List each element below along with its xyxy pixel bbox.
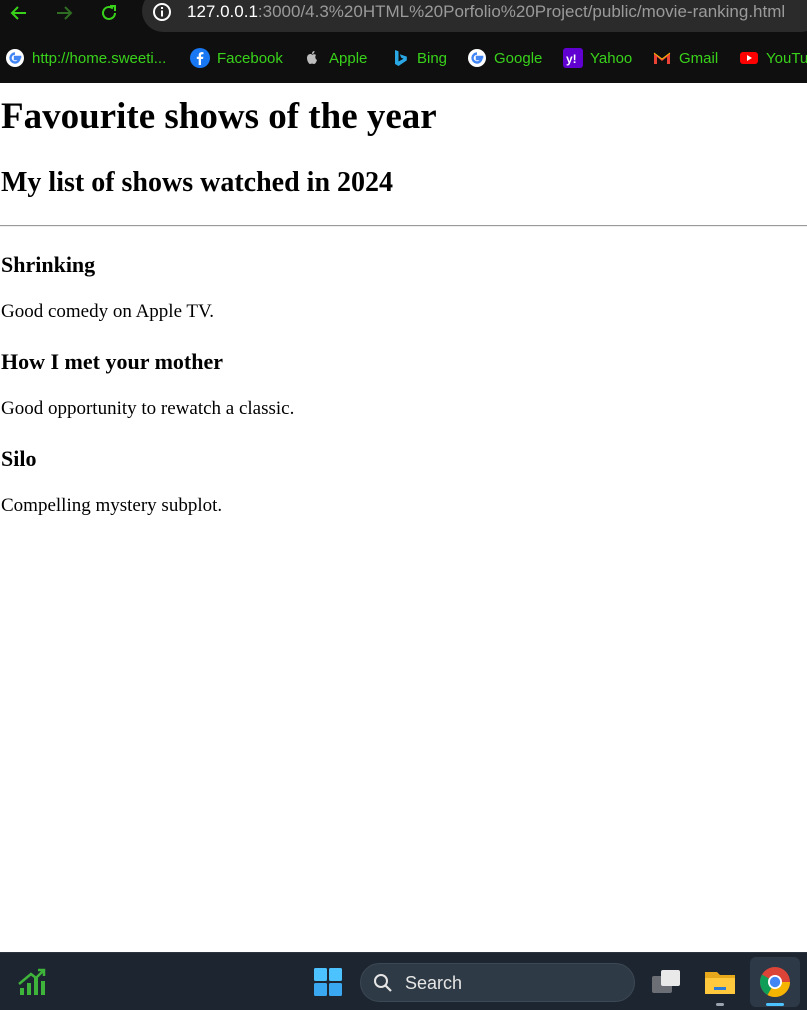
start-button[interactable] [310,966,346,998]
info-icon [153,3,171,21]
taskbar-search-label: Search [405,973,463,993]
bookmark-facebook[interactable]: Facebook [190,44,283,72]
forward-button[interactable] [50,0,78,26]
bookmark-home[interactable]: http://home.sweeti... [5,44,166,72]
file-explorer-button[interactable] [701,965,739,999]
url-path: :3000/4.3%20HTML%20Porfolio%20Project/pu… [257,2,786,21]
page-title: Favourite shows of the year [1,96,437,137]
task-view-icon [652,970,680,993]
google-icon [5,48,25,68]
bookmark-label: Facebook [217,49,283,67]
arrow-left-icon [10,6,26,20]
arrow-right-icon [57,6,73,20]
show-title: Shrinking [1,252,96,277]
bookmark-label: http://home.sweeti... [32,49,167,67]
running-indicator [716,1003,724,1006]
yahoo-icon: y! [563,48,583,68]
gmail-icon [652,48,672,68]
browser-chrome: 127.0.0.1:3000/4.3%20HTML%20Porfolio%20P… [0,0,807,83]
bookmark-label: YouTu [766,49,807,67]
taskbar-search-box[interactable] [360,963,635,1002]
bookmark-google[interactable]: Google [467,44,542,72]
show-review: Good opportunity to rewatch a classic. [1,398,295,419]
url-host: 127.0.0.1 [187,2,258,21]
bing-icon [390,48,410,68]
show-title: Silo [1,446,37,471]
task-view-button[interactable] [648,965,684,999]
youtube-icon [739,48,759,68]
reload-button[interactable] [95,0,123,26]
bookmark-youtube[interactable]: YouTu [739,44,807,72]
bookmark-label: Apple [329,49,368,67]
page-content: Favourite shows of the year My list of s… [0,83,807,952]
show-review: Good comedy on Apple TV. [1,301,215,322]
back-button[interactable] [5,0,33,26]
search-icon [372,972,394,994]
svg-text:y!: y! [566,52,577,66]
windows-start-icon [314,968,342,996]
facebook-icon [190,48,210,68]
active-indicator [766,1003,784,1006]
stocks-widget-button[interactable] [12,965,52,999]
page-subtitle: My list of shows watched in 2024 [1,167,394,198]
bookmark-gmail[interactable]: Gmail [652,44,718,72]
google-icon [467,48,487,68]
bookmark-label: Gmail [679,49,719,67]
bookmarks-bar: http://home.sweeti... Facebook Apple Bin… [0,44,807,72]
stocks-widget-icon [18,968,46,995]
address-bar-url[interactable]: 127.0.0.1:3000/4.3%20HTML%20Porfolio%20P… [187,0,785,24]
show-title: How I met your mother [1,349,223,374]
bookmark-label: Yahoo [590,49,633,67]
show-review: Compelling mystery subplot. [1,495,223,516]
chrome-icon [757,964,793,1000]
site-info-button[interactable] [152,2,172,22]
apple-icon [302,48,322,68]
horizontal-rule [0,225,807,227]
taskbar: Search [0,952,807,1010]
reload-icon [102,5,116,20]
bookmark-label: Google [494,49,543,67]
bookmark-yahoo[interactable]: y! Yahoo [563,44,632,72]
bookmark-label: Bing [417,49,448,67]
bookmark-apple[interactable]: Apple [302,44,367,72]
bookmark-bing[interactable]: Bing [390,44,447,72]
file-explorer-icon [705,972,735,994]
